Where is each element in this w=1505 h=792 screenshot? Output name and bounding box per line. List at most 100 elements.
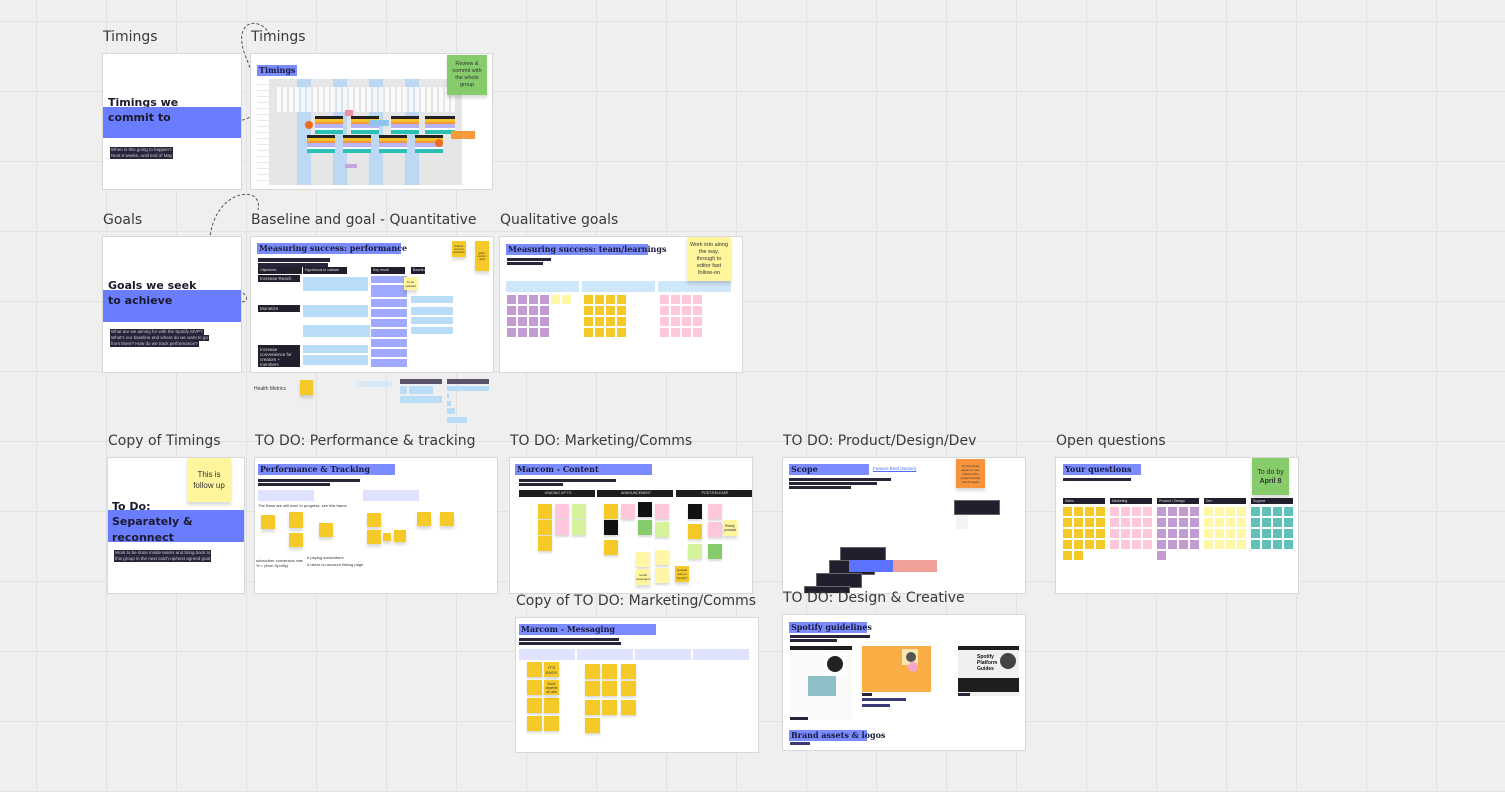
sticky-note[interactable] — [584, 306, 593, 315]
frame-copy-timings[interactable]: To Do: Separately & reconnect Work to be… — [107, 457, 245, 594]
sticky-note[interactable] — [595, 306, 604, 315]
sticky-note[interactable] — [655, 550, 669, 565]
sticky-note[interactable] — [1190, 540, 1199, 549]
sticky-note[interactable] — [1074, 540, 1083, 549]
sticky-note[interactable] — [1284, 518, 1293, 527]
sticky-note[interactable] — [1251, 529, 1260, 538]
sticky-note[interactable] — [671, 295, 680, 304]
sticky-note[interactable] — [1179, 540, 1188, 549]
sticky-note[interactable] — [572, 520, 586, 535]
sticky-note[interactable] — [682, 328, 691, 337]
sticky-note[interactable] — [540, 328, 549, 337]
sticky-note[interactable] — [529, 317, 538, 326]
sticky-note[interactable] — [585, 700, 600, 715]
frame-timings[interactable]: Timings we commit to When is this going … — [102, 53, 242, 190]
sticky-note[interactable] — [1284, 507, 1293, 516]
sticky-note[interactable] — [1063, 507, 1072, 516]
sticky-note[interactable] — [1157, 507, 1166, 516]
sticky-note[interactable] — [1110, 507, 1119, 516]
sticky-note[interactable] — [617, 328, 626, 337]
sticky-note[interactable] — [671, 328, 680, 337]
sticky-note[interactable] — [1204, 540, 1213, 549]
sticky-note[interactable] — [529, 306, 538, 315]
frame-quantitative[interactable]: Measuring success: performance Objective… — [250, 236, 494, 373]
sticky-note[interactable] — [527, 662, 542, 677]
sticky-note[interactable] — [604, 504, 618, 519]
perf-sticky[interactable] — [367, 513, 381, 527]
perf-sticky[interactable] — [289, 512, 303, 528]
sticky-note[interactable] — [584, 295, 593, 304]
sticky-note[interactable] — [538, 504, 552, 519]
sticky-note[interactable] — [518, 306, 527, 315]
sticky-note[interactable] — [595, 317, 604, 326]
frame-perf-tracking[interactable]: Performance & Tracking The flows are sti… — [254, 457, 498, 594]
sticky-dont-depend[interactable]: Don't depend on ads — [544, 680, 559, 695]
sticky-note[interactable] — [1121, 529, 1130, 538]
sticky-follow-up[interactable]: This is follow up — [187, 458, 231, 502]
sticky-note[interactable] — [1179, 507, 1188, 516]
sticky-note[interactable] — [518, 328, 527, 337]
sticky-note[interactable] — [1132, 540, 1141, 549]
sticky-note[interactable] — [1168, 518, 1177, 527]
sticky-note[interactable] — [1237, 518, 1246, 527]
sticky-note[interactable] — [1226, 507, 1235, 516]
sticky-note[interactable] — [1132, 518, 1141, 527]
sticky-note[interactable] — [693, 306, 702, 315]
sticky-note[interactable] — [1237, 529, 1246, 538]
sticky-note[interactable] — [606, 317, 615, 326]
sticky-note[interactable] — [682, 317, 691, 326]
sticky-note[interactable] — [518, 317, 527, 326]
sticky-note[interactable] — [1204, 518, 1213, 527]
sticky-note[interactable] — [1226, 540, 1235, 549]
sticky-note[interactable] — [660, 306, 669, 315]
sticky-note[interactable] — [1096, 518, 1105, 527]
sticky-review-commit[interactable]: Review & commit with the whole group — [447, 55, 487, 95]
sticky-note[interactable] — [1096, 540, 1105, 549]
frame-design[interactable]: Spotify guidelines Spotify Platform Guid… — [782, 614, 1026, 751]
frame-copy-marketing[interactable]: Marcom - Messaging IT'S EASY! Don't depe… — [515, 617, 759, 753]
spotify-orange-thumbnail[interactable] — [862, 646, 931, 692]
sticky-goals-metrics[interactable]: goals / metrics / audit — [475, 241, 489, 271]
sticky-note[interactable] — [1262, 507, 1271, 516]
sticky-note[interactable] — [636, 552, 650, 567]
sticky-note[interactable] — [544, 698, 559, 713]
sticky-ready-podcast[interactable]: Ready podcast — [723, 520, 737, 536]
sticky-note[interactable] — [1204, 529, 1213, 538]
sticky-note[interactable] — [602, 664, 617, 679]
sticky-note[interactable] — [1063, 529, 1072, 538]
frame-open-questions[interactable]: Your questions Sales Marketing Product / D… — [1055, 457, 1299, 594]
perf-sticky[interactable] — [417, 512, 431, 526]
sticky-note[interactable] — [518, 295, 527, 304]
sticky-note[interactable] — [621, 681, 636, 696]
sticky-note[interactable] — [688, 544, 702, 559]
sticky-orange-scope[interactable]: To limit jointly agree on new phase of t… — [956, 459, 985, 488]
frame-marketing[interactable]: Marcom - Content LEADING UP TO ANNOUNCEM… — [509, 457, 753, 594]
sticky-note[interactable] — [617, 306, 626, 315]
sticky-note[interactable] — [621, 504, 635, 519]
sticky-note[interactable] — [655, 568, 669, 583]
sticky-note[interactable] — [1110, 529, 1119, 538]
sticky-note[interactable] — [527, 716, 542, 731]
sticky-note[interactable] — [1063, 551, 1072, 560]
sticky-note[interactable] — [1074, 529, 1083, 538]
sticky-note[interactable] — [538, 520, 552, 535]
frame-product[interactable]: Scope Feature Brief (Notion) To limit jo… — [782, 457, 1026, 594]
sticky-note[interactable] — [1273, 540, 1282, 549]
sticky-note[interactable] — [1063, 518, 1072, 527]
sticky-note[interactable] — [1096, 507, 1105, 516]
sticky-note[interactable] — [507, 306, 516, 315]
sticky-note[interactable] — [562, 295, 571, 304]
sticky-note[interactable] — [584, 317, 593, 326]
sticky-note[interactable] — [1215, 507, 1224, 516]
sticky-note[interactable] — [660, 317, 669, 326]
sticky-note[interactable] — [1190, 507, 1199, 516]
perf-sticky[interactable] — [289, 533, 303, 547]
perf-sticky[interactable] — [383, 533, 391, 541]
sticky-note[interactable] — [693, 317, 702, 326]
sticky-note[interactable] — [572, 504, 586, 519]
sticky-note[interactable] — [660, 295, 669, 304]
sticky-note[interactable] — [617, 317, 626, 326]
sticky-note[interactable] — [1226, 518, 1235, 527]
sticky-to-be-updated[interactable]: To be updated — [404, 277, 417, 290]
sticky-note[interactable] — [1251, 507, 1260, 516]
